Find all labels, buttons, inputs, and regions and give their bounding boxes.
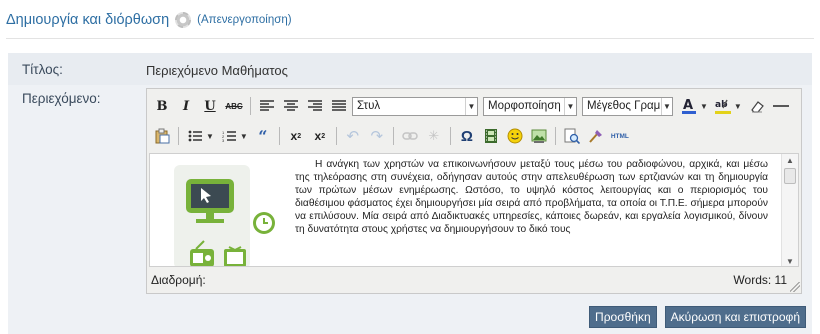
- svg-text:3: 3: [222, 138, 225, 142]
- chevron-down-icon: ▼: [465, 97, 477, 115]
- image-icon[interactable]: [528, 125, 550, 147]
- toolbar-row-1: B I U ABC Στυλ ▼ Μορφοποίηση ▼ Μέγεθος Γ…: [151, 93, 792, 119]
- cleanup-icon[interactable]: [585, 125, 607, 147]
- link-icon[interactable]: [399, 125, 421, 147]
- underline-button[interactable]: U: [199, 95, 221, 117]
- subscript-icon[interactable]: x2: [285, 125, 307, 147]
- page-title: Δημιουργία και διόρθωση: [6, 12, 170, 28]
- emoticon-icon[interactable]: [504, 125, 526, 147]
- element-path-label: Διαδρομή:: [151, 273, 206, 287]
- section-header: Δημιουργία και διόρθωση (Απενεργοποίηση): [6, 10, 292, 30]
- style-select-value: Στυλ: [357, 100, 381, 112]
- italic-button[interactable]: I: [175, 95, 197, 117]
- title-row: [8, 53, 812, 85]
- content-text: Η ανάγκη των χρηστών να επικοινωνήσουν μ…: [295, 159, 768, 235]
- toolbar-separator: [554, 127, 556, 145]
- scroll-thumb[interactable]: [784, 168, 796, 184]
- bold-button[interactable]: B: [151, 95, 173, 117]
- editor-content-area[interactable]: Η ανάγκη των χρηστών να επικοινωνήσουν μ…: [149, 153, 799, 267]
- html-source-icon[interactable]: HTML: [609, 125, 631, 147]
- word-count: Words: 11: [733, 273, 787, 287]
- font-size-select-value: Μέγεθος Γραμμ: [587, 100, 661, 112]
- chevron-down-icon: ▼: [660, 97, 672, 115]
- format-select-value: Μορφοποίηση: [488, 100, 561, 112]
- blockquote-icon[interactable]: “: [252, 125, 274, 147]
- preview-icon[interactable]: [561, 125, 583, 147]
- unlink-icon[interactable]: ✳: [423, 125, 445, 147]
- toolbar-separator: [392, 127, 394, 145]
- chevron-down-icon: ▼: [564, 97, 576, 115]
- toolbar-separator: [178, 127, 179, 145]
- numbered-list-icon[interactable]: 123: [218, 125, 240, 147]
- gear-icon[interactable]: [175, 12, 192, 28]
- editor-scrollbar[interactable]: ▲ ▼: [781, 154, 798, 266]
- strikethrough-button[interactable]: ABC: [223, 95, 245, 117]
- toolbar-separator: [335, 127, 337, 145]
- svg-text:A: A: [683, 98, 693, 113]
- title-label: Τίτλος:: [22, 62, 63, 77]
- bullet-list-icon[interactable]: [184, 125, 206, 147]
- text-color-icon[interactable]: A: [678, 95, 700, 117]
- style-select[interactable]: Στυλ ▼: [352, 96, 478, 116]
- special-char-icon[interactable]: Ω: [456, 125, 478, 147]
- media-icon[interactable]: [480, 125, 502, 147]
- superscript-icon[interactable]: x2: [309, 125, 331, 147]
- toolbar-separator: [278, 127, 280, 145]
- chevron-down-icon[interactable]: ▼: [700, 102, 708, 111]
- chevron-down-icon[interactable]: ▼: [240, 132, 248, 141]
- eraser-icon[interactable]: [746, 95, 768, 117]
- toolbar-row-2: ▼ 123 ▼ “ x2 x2 ↶ ↷ ✳ Ω HTML: [151, 123, 631, 149]
- undo-icon[interactable]: ↶: [342, 125, 364, 147]
- title-value: Περιεχόμενο Μαθήματος: [146, 63, 288, 78]
- scroll-up-icon[interactable]: ▲: [786, 156, 794, 165]
- chevron-down-icon[interactable]: ▼: [734, 102, 742, 111]
- rich-text-editor: B I U ABC Στυλ ▼ Μορφοποίηση ▼ Μέγεθος Γ…: [146, 88, 802, 294]
- align-justify-icon[interactable]: [328, 95, 350, 117]
- font-size-select[interactable]: Μέγεθος Γραμμ ▼: [582, 96, 673, 116]
- align-center-icon[interactable]: [280, 95, 302, 117]
- form-actions: Προσθήκη Ακύρωση και επιστροφή: [589, 306, 806, 328]
- content-label: Περιεχόμενο:: [22, 91, 101, 106]
- paste-icon[interactable]: [151, 125, 173, 147]
- content-image: [172, 161, 284, 266]
- cancel-and-return-button[interactable]: Ακύρωση και επιστροφή: [664, 306, 806, 328]
- horizontal-rule-icon[interactable]: [770, 95, 792, 117]
- scroll-down-icon[interactable]: ▼: [786, 257, 794, 266]
- align-right-icon[interactable]: [304, 95, 326, 117]
- chevron-down-icon[interactable]: ▼: [206, 132, 214, 141]
- header-divider: [6, 38, 814, 39]
- redo-icon[interactable]: ↷: [366, 125, 388, 147]
- deactivate-link[interactable]: (Απενεργοποίηση): [197, 14, 291, 26]
- editor-statusbar: Διαδρομή: Words: 11: [149, 269, 799, 291]
- add-button[interactable]: Προσθήκη: [589, 306, 657, 328]
- toolbar-separator: [250, 97, 251, 115]
- toolbar-separator: [449, 127, 451, 145]
- align-left-icon[interactable]: [256, 95, 278, 117]
- resize-handle-icon[interactable]: [790, 282, 800, 292]
- format-select[interactable]: Μορφοποίηση ▼: [483, 96, 577, 116]
- highlight-color-icon[interactable]: ab: [712, 95, 734, 117]
